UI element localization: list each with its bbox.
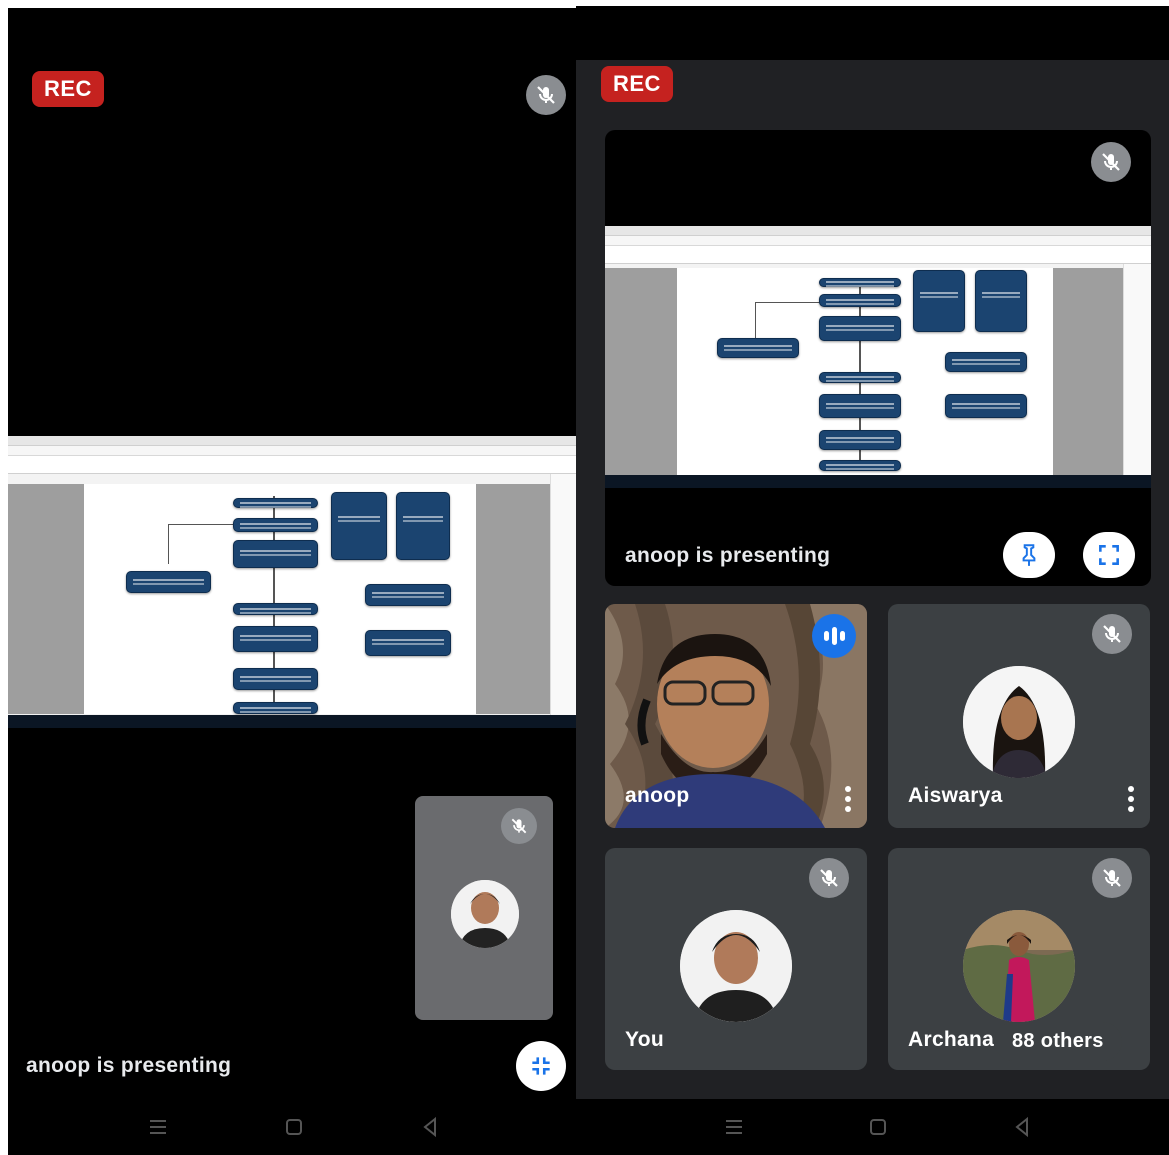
participant-name: You — [625, 1028, 665, 1051]
flowchart-box — [717, 338, 799, 358]
pdf-toolbar — [8, 456, 576, 474]
mic-off-icon — [1092, 858, 1132, 898]
more-vert-icon[interactable] — [845, 786, 851, 812]
windows-taskbar — [605, 475, 1151, 488]
mic-off-icon — [809, 858, 849, 898]
back-icon[interactable] — [1010, 1115, 1034, 1139]
pdf-toolbar — [605, 246, 1151, 264]
avatar — [680, 910, 792, 1022]
windows-taskbar — [8, 715, 576, 728]
browser-tab-bar — [8, 436, 576, 446]
rec-badge: REC — [32, 71, 104, 107]
home-icon[interactable] — [866, 1115, 890, 1139]
recents-icon[interactable] — [722, 1115, 746, 1139]
flowchart-box — [233, 518, 318, 532]
browser-tab-bar — [605, 226, 1151, 236]
flowchart-box — [945, 394, 1027, 418]
participant-tile-anoop[interactable]: anoop — [605, 604, 867, 828]
mic-off-icon — [1092, 614, 1132, 654]
flowchart-box — [365, 584, 451, 606]
flowchart-box — [233, 498, 318, 508]
participant-tile-archana[interactable]: Archana 88 others — [888, 848, 1150, 1070]
flowchart-box — [945, 352, 1027, 372]
doc-gutter-right — [476, 484, 550, 714]
participant-name: Aiswarya — [908, 784, 1003, 807]
avatar — [963, 910, 1075, 1022]
pdf-sidebar — [1123, 264, 1151, 476]
avatar — [451, 880, 519, 948]
mic-off-icon — [526, 75, 566, 115]
fullscreen-button[interactable] — [1083, 532, 1135, 578]
flowchart-box — [819, 372, 901, 383]
more-vert-icon[interactable] — [1128, 786, 1134, 812]
doc-gutter-right — [1053, 268, 1123, 476]
presentation-tile[interactable]: anoop is presenting — [605, 130, 1151, 586]
participant-tile-you[interactable]: You — [605, 848, 867, 1070]
recents-icon[interactable] — [146, 1115, 170, 1139]
pin-icon — [1022, 544, 1036, 566]
exit-fullscreen-icon — [532, 1057, 550, 1075]
mic-off-icon — [1091, 142, 1131, 182]
flowchart-box — [819, 460, 901, 471]
flowchart-box — [396, 492, 450, 560]
pin-button[interactable] — [1003, 532, 1055, 578]
flowchart-box — [233, 702, 318, 714]
participant-name: Archana — [908, 1028, 995, 1051]
browser-address-bar — [605, 236, 1151, 246]
flowchart-box — [913, 270, 965, 332]
doc-gutter-left — [605, 268, 677, 476]
shared-screen — [605, 226, 1151, 488]
rec-badge: REC — [601, 66, 673, 102]
flowchart-box — [233, 603, 318, 615]
android-nav-bar — [576, 1099, 1169, 1155]
self-view-tile[interactable] — [415, 796, 553, 1020]
doc-gutter-left — [8, 484, 84, 714]
left-phone-screen: REC anoop is presenting — [8, 8, 576, 1155]
exit-fullscreen-button[interactable] — [516, 1041, 566, 1091]
participant-tile-aiswarya[interactable]: Aiswarya — [888, 604, 1150, 828]
flowchart-box — [819, 394, 901, 418]
avatar — [963, 666, 1075, 778]
flowchart-box — [819, 316, 901, 341]
presenting-label: anoop is presenting — [26, 1054, 232, 1077]
flowchart-box — [126, 571, 211, 593]
flowchart-box — [233, 626, 318, 652]
right-phone-screen: REC anoop is presenting anoop Aiswarya Y… — [576, 6, 1169, 1155]
android-nav-bar — [8, 1099, 576, 1155]
presenting-label: anoop is presenting — [625, 544, 831, 567]
speaking-indicator-icon — [812, 614, 856, 658]
flowchart-box — [819, 430, 901, 450]
flowchart-box — [819, 294, 901, 307]
fullscreen-icon — [1099, 545, 1119, 565]
flowchart-box — [819, 278, 901, 287]
flowchart-box — [233, 668, 318, 690]
pdf-sidebar — [550, 474, 576, 715]
browser-address-bar — [8, 446, 576, 456]
participant-name: anoop — [625, 784, 690, 807]
flowchart-box — [365, 630, 451, 656]
home-icon[interactable] — [282, 1115, 306, 1139]
others-count-chip[interactable]: 88 others — [994, 1022, 1122, 1061]
flowchart-box — [233, 540, 318, 568]
back-icon[interactable] — [418, 1115, 442, 1139]
mic-off-icon — [501, 808, 537, 844]
shared-screen — [8, 436, 576, 728]
flowchart-box — [331, 492, 387, 560]
flowchart-box — [975, 270, 1027, 332]
